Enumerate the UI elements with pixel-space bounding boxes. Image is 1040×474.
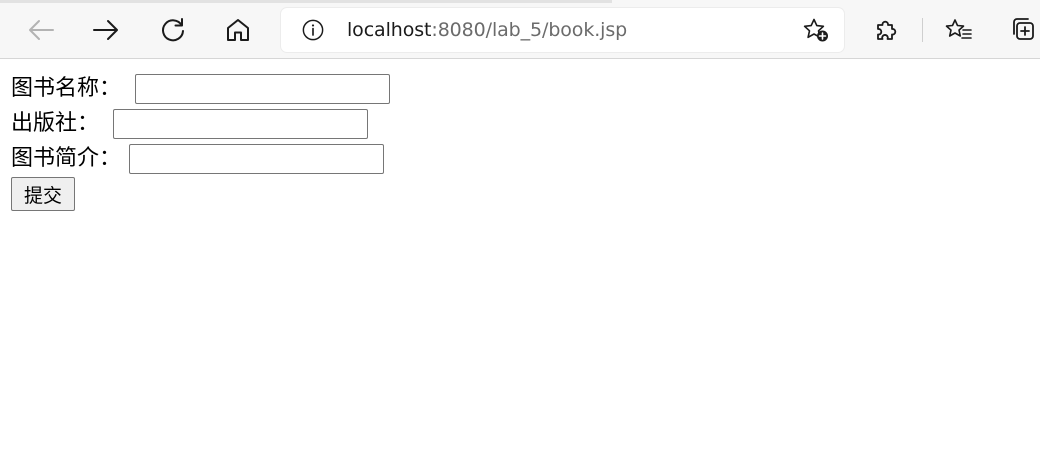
forward-arrow-icon xyxy=(93,20,118,40)
browser-toolbar: localhost:8080/lab_5/book.jsp xyxy=(0,0,1040,59)
back-arrow-icon xyxy=(29,20,54,40)
book-name-label: 图书名称： xyxy=(11,76,122,101)
book-name-row: 图书名称： xyxy=(11,73,391,105)
add-favorite-star-icon[interactable] xyxy=(802,17,830,43)
forward-button[interactable] xyxy=(86,11,126,49)
favorites-list-icon xyxy=(945,19,972,39)
collections-icon xyxy=(1013,18,1034,40)
book-name-input[interactable] xyxy=(135,74,391,104)
submit-button[interactable]: 提交 xyxy=(11,177,75,211)
publisher-label: 出版社： xyxy=(11,111,100,136)
book-intro-row: 图书简介： xyxy=(11,143,385,175)
favorites-button[interactable] xyxy=(939,11,979,49)
publisher-input[interactable] xyxy=(113,109,369,139)
info-icon[interactable] xyxy=(301,19,325,41)
puzzle-icon xyxy=(877,20,897,40)
back-button[interactable] xyxy=(21,11,61,49)
toolbar-separator xyxy=(922,18,923,42)
home-icon xyxy=(227,19,249,41)
publisher-row: 出版社： xyxy=(11,108,369,140)
home-button[interactable] xyxy=(218,11,258,49)
collections-button[interactable] xyxy=(1004,11,1040,49)
book-intro-input[interactable] xyxy=(129,144,385,174)
refresh-icon xyxy=(162,18,184,42)
address-bar[interactable]: localhost:8080/lab_5/book.jsp xyxy=(281,8,844,52)
url-text[interactable]: localhost:8080/lab_5/book.jsp xyxy=(347,19,627,41)
tab-strip-edge xyxy=(0,0,612,3)
extensions-button[interactable] xyxy=(866,11,906,49)
url-host: localhost xyxy=(347,19,432,41)
page-content: 图书名称： 出版社： 图书简介： 提交 xyxy=(0,59,1040,474)
refresh-button[interactable] xyxy=(153,11,193,49)
url-path: :8080/lab_5/book.jsp xyxy=(431,19,628,41)
book-intro-label: 图书简介： xyxy=(11,146,122,171)
